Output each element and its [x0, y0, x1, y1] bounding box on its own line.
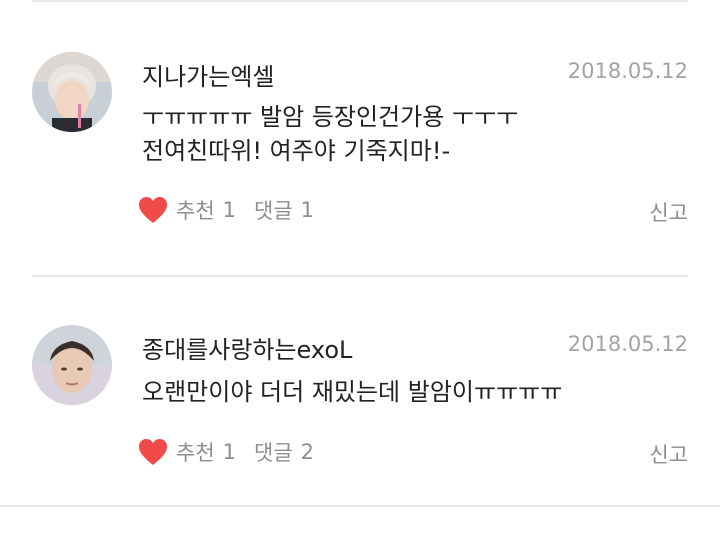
reply-label[interactable]: 댓글: [254, 437, 293, 467]
comment-actions: 추천 1 댓글 2: [138, 437, 314, 467]
avatar[interactable]: [32, 52, 112, 132]
comment-item: 지나가는엑셀 2018.05.12 ㅜㅠㅠㅠㅠ 발암 등장인건가용 ㅜㅜㅜ 전여…: [32, 0, 688, 270]
comment-actions: 추천 1 댓글 1: [138, 195, 314, 225]
comment-line: ㅜㅠㅠㅠㅠ 발암 등장인건가용 ㅜㅜㅜ: [142, 103, 519, 131]
comment-body: ㅜㅠㅠㅠㅠ 발암 등장인건가용 ㅜㅜㅜ 전여친따위! 여주야 기죽지마!-: [142, 100, 518, 168]
comment-line: 오랜만이야 더더 재밌는데 발암이ㅠㅠㅠㅠ: [142, 378, 563, 406]
heart-icon[interactable]: [138, 196, 168, 224]
comment-line: 전여친따위! 여주야 기죽지마!-: [142, 137, 451, 165]
like-count: 1: [222, 198, 237, 222]
comment-body: 오랜만이야 더더 재밌는데 발암이ㅠㅠㅠㅠ: [142, 375, 562, 409]
report-button[interactable]: 신고: [649, 197, 688, 227]
comment-list: 지나가는엑셀 2018.05.12 ㅜㅠㅠㅠㅠ 발암 등장인건가용 ㅜㅜㅜ 전여…: [0, 0, 720, 540]
report-button[interactable]: 신고: [649, 439, 688, 469]
profile-photo-icon: [32, 325, 112, 405]
like-label[interactable]: 추천: [176, 195, 215, 225]
like-count: 1: [222, 440, 237, 464]
profile-photo-icon: [32, 52, 112, 132]
avatar[interactable]: [32, 325, 112, 405]
heart-icon[interactable]: [138, 438, 168, 466]
reply-count: 2: [300, 440, 315, 464]
reply-label[interactable]: 댓글: [254, 195, 293, 225]
like-label[interactable]: 추천: [176, 437, 215, 467]
comment-date: 2018.05.12: [567, 332, 688, 356]
bottom-divider: [0, 505, 720, 507]
comment-date: 2018.05.12: [567, 59, 688, 83]
comment-item: 종대를사랑하는exoL 2018.05.12 오랜만이야 더더 재밌는데 발암이…: [32, 277, 688, 505]
username[interactable]: 종대를사랑하는exoL: [142, 330, 352, 365]
reply-count: 1: [300, 198, 315, 222]
username[interactable]: 지나가는엑셀: [142, 57, 274, 92]
